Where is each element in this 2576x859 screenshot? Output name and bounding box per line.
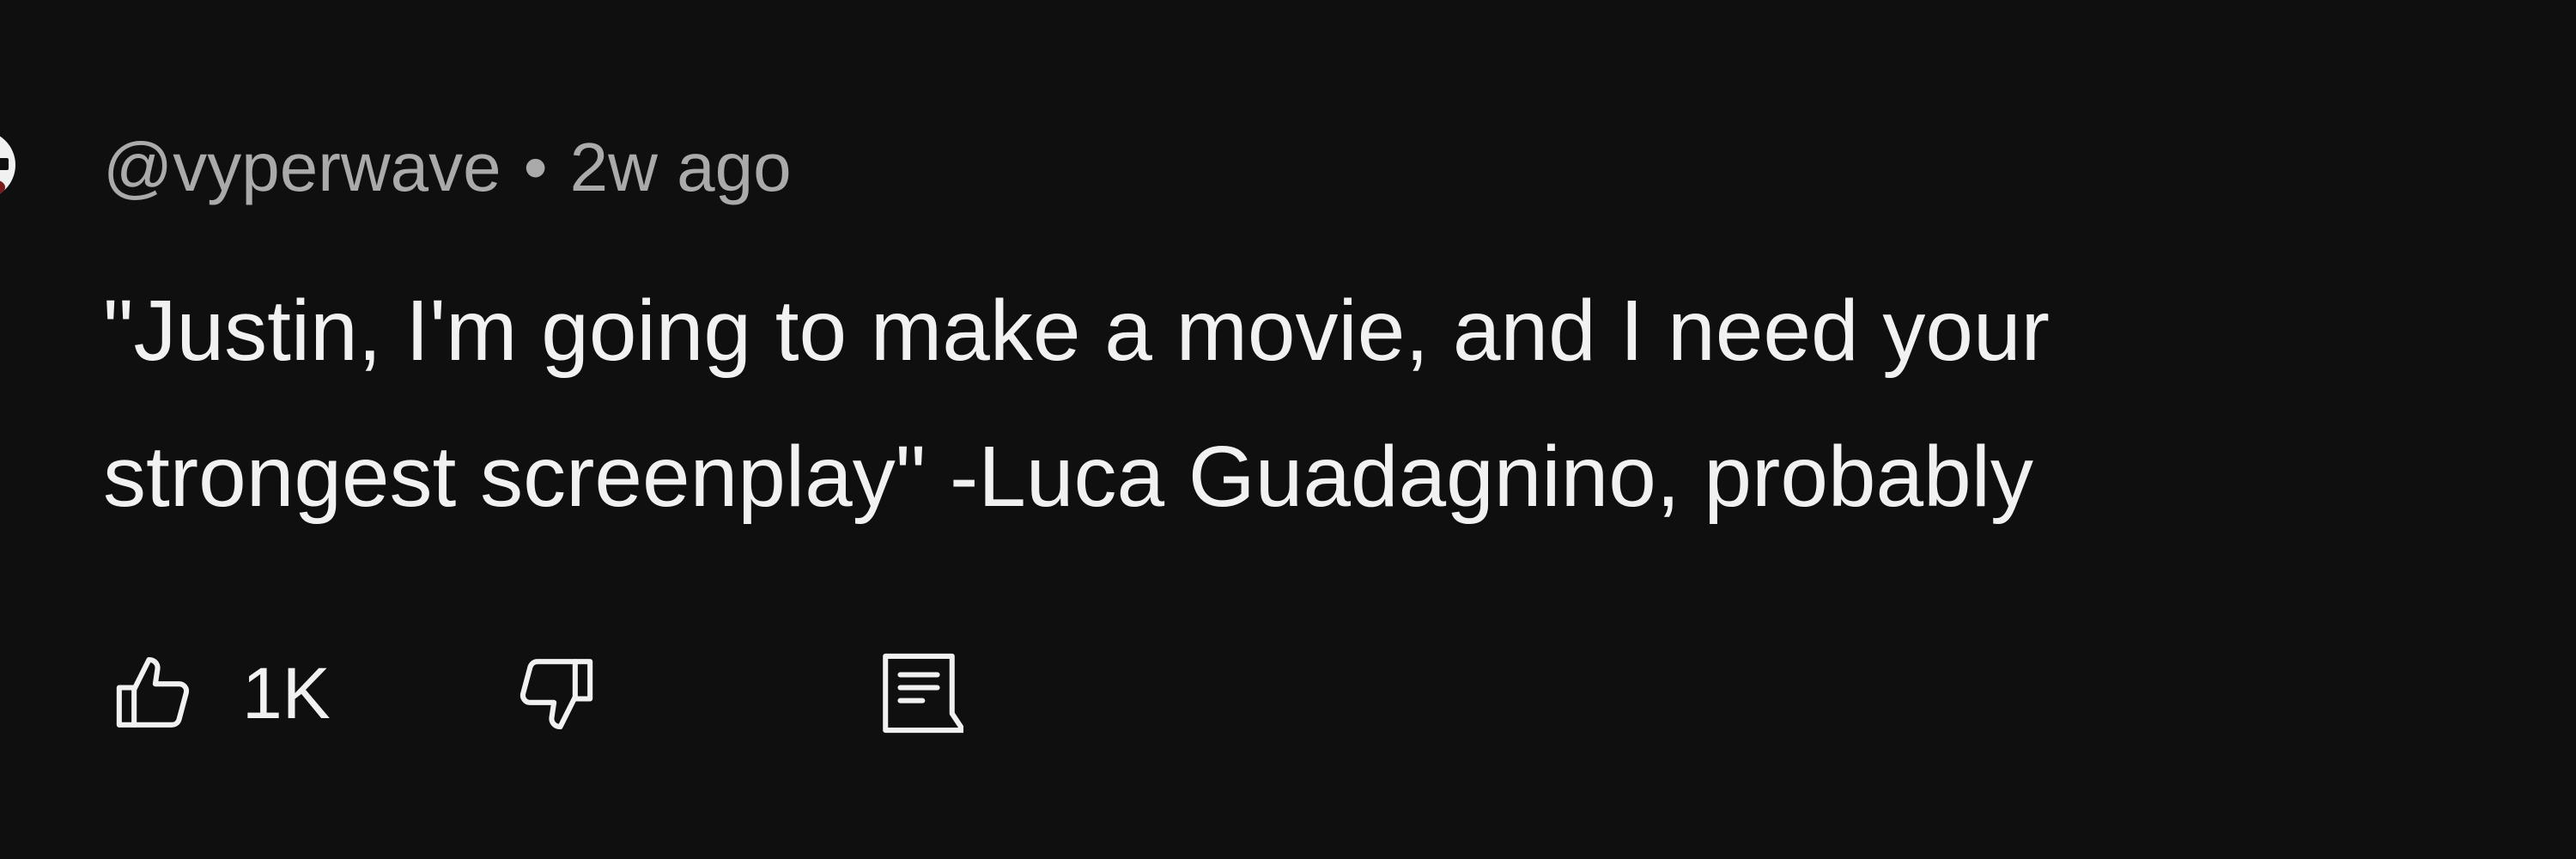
dislike-button[interactable]: [510, 637, 599, 749]
comment-text-line: strongest screenplay" -Luca Guadagnino, …: [103, 429, 2033, 525]
reply-button[interactable]: [874, 637, 963, 749]
like-count: 1K: [242, 653, 331, 734]
like-button[interactable]: 1K: [110, 637, 331, 749]
comment-header: @vyperwave • 2w ago: [103, 127, 792, 208]
author-handle[interactable]: @vyperwave: [103, 127, 501, 208]
comment-actions: 1K: [103, 637, 1133, 749]
comment-timestamp[interactable]: 2w ago: [570, 127, 792, 208]
avatar[interactable]: [0, 131, 15, 199]
comment-text-line: "Justin, I'm going to make a movie, and …: [103, 283, 2050, 379]
meta-separator: •: [523, 129, 548, 205]
comment-text: "Justin, I'm going to make a movie, and …: [103, 258, 2507, 550]
thumbs-up-icon: [110, 649, 199, 738]
comment-thread-item: @vyperwave • 2w ago "Justin, I'm going t…: [0, 0, 2576, 859]
thumbs-down-icon: [510, 649, 599, 738]
reply-comment-icon: [874, 645, 963, 741]
